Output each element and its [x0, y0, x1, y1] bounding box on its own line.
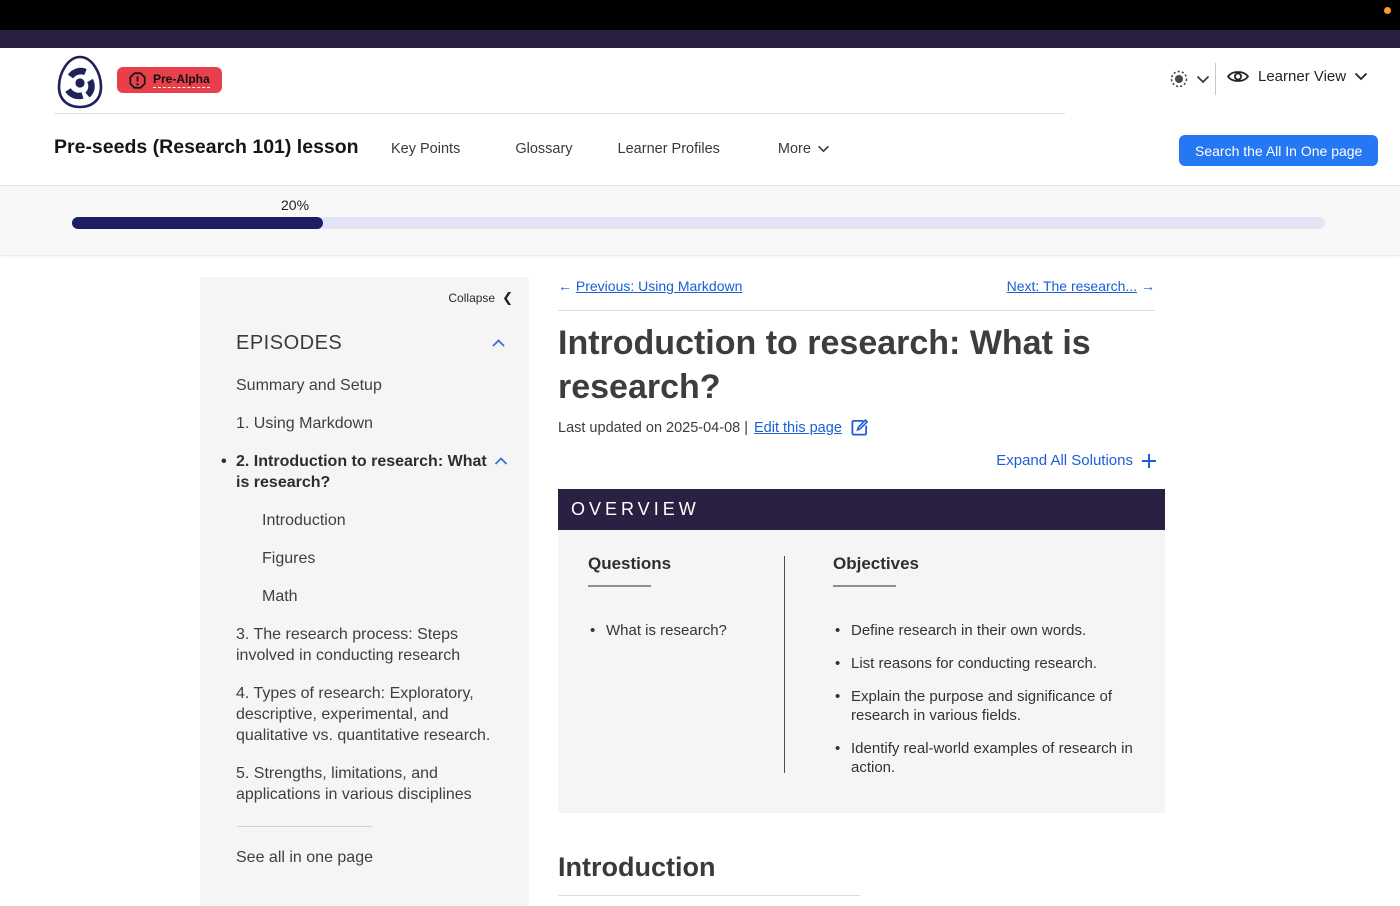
- next-episode-link[interactable]: Next: The research... →: [1007, 278, 1155, 294]
- episodes-sidebar: Collapse ❮ EPISODES Summary and Setup 1.…: [200, 277, 529, 906]
- sun-icon: [1168, 68, 1190, 90]
- nav-learner-profiles[interactable]: Learner Profiles: [601, 141, 737, 157]
- edit-this-page-link[interactable]: Edit this page: [754, 420, 842, 436]
- episodes-section-toggle[interactable]: EPISODES: [236, 332, 506, 355]
- top-purple-bar: [0, 30, 1400, 48]
- sidebar-divider: [237, 826, 372, 827]
- lesson-nav: Key Points Glossary Learner Profiles Mor…: [374, 141, 847, 157]
- page-title: Introduction to research: What is resear…: [558, 321, 1158, 409]
- previous-episode-link[interactable]: ← Previous: Using Markdown: [558, 278, 742, 294]
- theme-switcher[interactable]: [1168, 68, 1210, 90]
- sidebar-see-all-link[interactable]: See all in one page: [236, 847, 504, 868]
- last-updated-line: Last updated on 2025-04-08 | Edit this p…: [558, 418, 869, 437]
- objective-item: Explain the purpose and significance of …: [835, 687, 1139, 725]
- chevron-up-icon: [491, 339, 506, 348]
- objective-item: Identify real-world examples of research…: [835, 739, 1139, 777]
- questions-column: Questions What is research?: [588, 554, 784, 791]
- recording-dot-icon: [1384, 7, 1391, 14]
- lesson-title: Pre-seeds (Research 101) lesson: [54, 136, 359, 159]
- pager-divider: [558, 310, 1155, 311]
- plus-icon: [1141, 453, 1157, 469]
- left-arrow-icon: ←: [558, 278, 576, 294]
- questions-underline: [588, 585, 651, 587]
- sidebar-item-summary-and-setup[interactable]: Summary and Setup: [236, 375, 504, 396]
- last-updated-text: Last updated on 2025-04-08 |: [558, 420, 748, 436]
- view-mode-switcher[interactable]: Learner View: [1226, 68, 1368, 85]
- overview-body: Questions What is research? Objectives D…: [558, 530, 1165, 813]
- nav-key-points[interactable]: Key Points: [374, 141, 477, 157]
- overview-card: OVERVIEW Questions What is research? Obj…: [558, 489, 1165, 813]
- sidebar-item-episode-3[interactable]: 3. The research process: Steps involved …: [236, 624, 504, 666]
- questions-list: What is research?: [588, 621, 784, 640]
- nav-more[interactable]: More: [761, 141, 847, 157]
- alert-octagon-icon: [129, 72, 146, 89]
- episodes-heading: EPISODES: [236, 332, 342, 355]
- sidebar-item-episode-2-current[interactable]: 2. Introduction to research: What is res…: [236, 451, 504, 493]
- search-all-in-one-button[interactable]: Search the All In One page: [1179, 135, 1378, 166]
- sidebar-item-episode-5[interactable]: 5. Strengths, limitations, and applicati…: [236, 763, 504, 805]
- objective-item: List reasons for conducting research.: [835, 654, 1139, 673]
- collapse-sidebar-button[interactable]: Collapse ❮: [448, 290, 513, 306]
- pre-alpha-badge-label: Pre-Alpha: [153, 72, 210, 88]
- view-mode-label: Learner View: [1258, 68, 1346, 85]
- sidebar-subitem-math[interactable]: Math: [262, 586, 504, 607]
- chevron-up-icon[interactable]: [494, 457, 508, 466]
- header-divider: [54, 113, 1065, 114]
- sidebar-subitem-figures[interactable]: Figures: [262, 548, 504, 569]
- objectives-heading: Objectives: [833, 554, 1145, 574]
- chevron-down-icon: [1196, 75, 1210, 84]
- right-arrow-icon: →: [1137, 278, 1155, 294]
- question-item: What is research?: [590, 621, 778, 640]
- site-logo[interactable]: [57, 55, 103, 109]
- objectives-underline: [833, 585, 896, 587]
- overview-header: OVERVIEW: [558, 489, 1165, 530]
- top-black-bar: [0, 0, 1400, 30]
- edit-pencil-icon[interactable]: [850, 418, 869, 437]
- expand-all-solutions-button[interactable]: Expand All Solutions: [558, 452, 1157, 469]
- progress-percent-label: 20%: [281, 197, 309, 213]
- sidebar-item-episode-4[interactable]: 4. Types of research: Exploratory, descr…: [236, 683, 504, 746]
- chevron-left-icon: ❮: [502, 290, 513, 306]
- chevron-down-icon: [1354, 72, 1368, 81]
- egg-seed-logo-icon: [57, 55, 103, 109]
- objectives-list: Define research in their own words. List …: [833, 621, 1145, 777]
- lesson-progress-bar[interactable]: [72, 217, 1325, 229]
- questions-heading: Questions: [588, 554, 784, 574]
- episode-pager: ← Previous: Using Markdown Next: The res…: [558, 278, 1155, 294]
- objective-item: Define research in their own words.: [835, 621, 1139, 640]
- chevron-down-icon: [817, 145, 830, 153]
- pre-alpha-badge[interactable]: Pre-Alpha: [117, 67, 222, 93]
- introduction-section-heading: Introduction: [558, 852, 715, 883]
- header-controls-divider: [1215, 63, 1216, 95]
- introduction-heading-rule: [558, 895, 860, 896]
- objectives-column: Objectives Define research in their own …: [785, 554, 1145, 791]
- sidebar-subitem-introduction[interactable]: Introduction: [262, 510, 504, 531]
- nav-glossary[interactable]: Glossary: [498, 141, 589, 157]
- sidebar-item-episode-1[interactable]: 1. Using Markdown: [236, 413, 504, 434]
- eye-icon: [1226, 68, 1250, 85]
- episode-list: Summary and Setup 1. Using Markdown 2. I…: [236, 375, 504, 885]
- progress-section: 20%: [0, 186, 1400, 256]
- lesson-progress-fill: [72, 217, 323, 229]
- site-header: Pre-Alpha Learner View Pre-seeds (Resear…: [0, 48, 1400, 186]
